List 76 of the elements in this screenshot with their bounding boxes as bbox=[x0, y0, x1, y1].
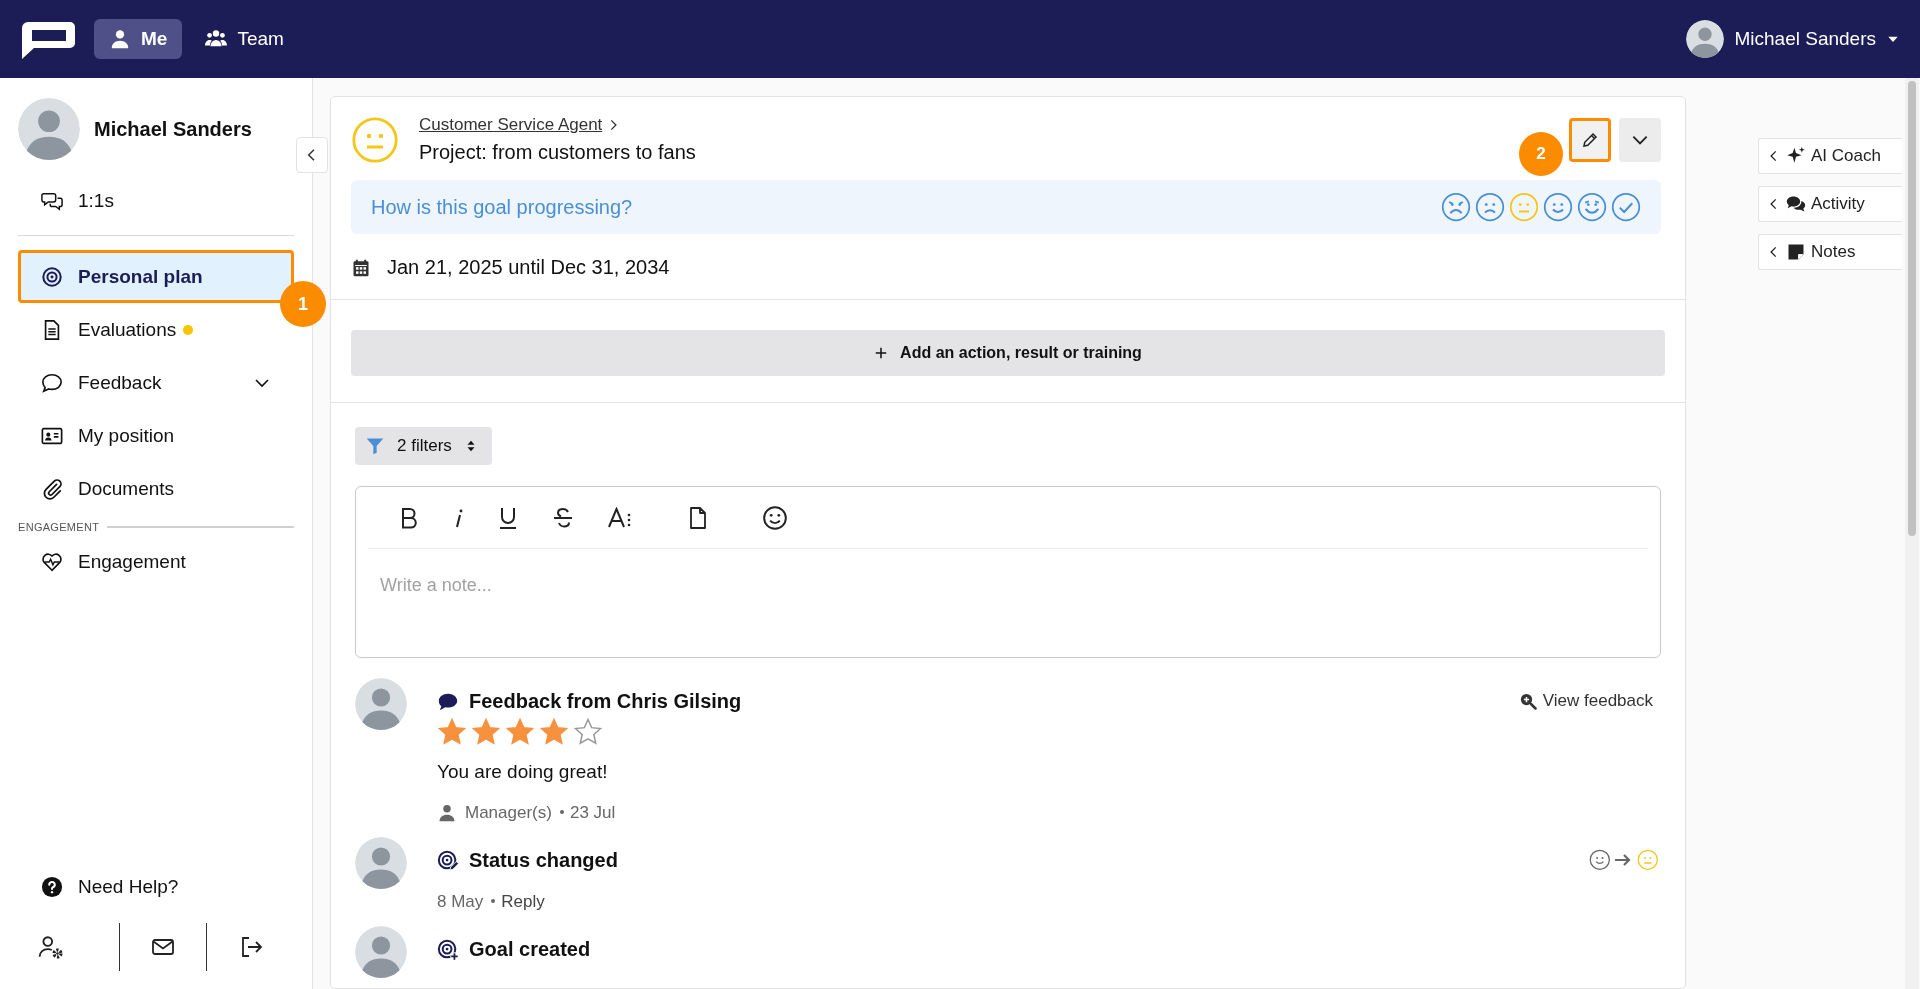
face-icon[interactable] bbox=[1543, 192, 1573, 222]
star-icon bbox=[505, 717, 535, 747]
face-icon bbox=[351, 115, 399, 164]
note-icon bbox=[1786, 242, 1806, 262]
scrollbar[interactable] bbox=[1905, 78, 1919, 989]
view-feedback-link[interactable]: View feedback bbox=[1512, 690, 1659, 712]
avatar bbox=[355, 678, 407, 730]
reply-link[interactable]: Reply bbox=[491, 892, 545, 912]
plus-icon bbox=[874, 346, 889, 360]
emoji-button[interactable] bbox=[762, 504, 788, 531]
goal-dates: Jan 21, 2025 until Dec 31, 2034 bbox=[387, 256, 670, 279]
sidebar-item[interactable]: Feedback bbox=[18, 356, 294, 409]
section-heading: ENGAGEMENT bbox=[18, 521, 100, 533]
zoom-in-icon bbox=[1518, 692, 1537, 710]
activity-date: 8 May bbox=[437, 892, 484, 912]
step-badge: 2 bbox=[1519, 131, 1563, 176]
pencil-icon bbox=[1581, 130, 1599, 149]
funnel-icon bbox=[365, 436, 385, 456]
strikethrough-icon bbox=[552, 506, 574, 529]
sidebar-item[interactable]: Personal plan bbox=[18, 250, 294, 303]
smiley-icon bbox=[762, 504, 788, 531]
status-change-drawing bbox=[1589, 849, 1659, 871]
calendar-icon bbox=[351, 257, 371, 278]
expand-button[interactable] bbox=[1619, 117, 1661, 162]
activity-date: 23 Jul bbox=[559, 803, 616, 823]
face-icon[interactable] bbox=[1475, 192, 1505, 222]
avatar bbox=[1686, 20, 1725, 58]
side-panel-tab[interactable]: Activity bbox=[1758, 186, 1902, 222]
sidebar-item[interactable]: Engagement bbox=[18, 535, 294, 588]
sidebar-item[interactable]: My position bbox=[18, 409, 294, 462]
check-circle-icon[interactable] bbox=[1611, 192, 1641, 222]
user-gear-icon bbox=[38, 934, 64, 960]
sidebar-item[interactable]: Documents bbox=[18, 462, 294, 515]
breadcrumb-link[interactable]: Customer Service Agent bbox=[419, 115, 621, 135]
user-icon bbox=[109, 28, 131, 50]
profile-name: Michael Sanders bbox=[94, 117, 252, 141]
nav-tab[interactable]: Team bbox=[190, 19, 299, 59]
side-panel-tab[interactable]: Notes bbox=[1758, 234, 1902, 270]
chat-bubbles-icon bbox=[1786, 194, 1806, 214]
help-icon bbox=[41, 875, 63, 898]
activity-title: Status changed bbox=[469, 849, 618, 872]
target-icon bbox=[437, 938, 459, 961]
activity-title: Feedback from Chris Gilsing bbox=[469, 690, 742, 713]
paperclip-icon bbox=[41, 477, 63, 500]
audience-label: Manager(s) bbox=[465, 803, 552, 823]
bold-icon bbox=[400, 506, 418, 529]
user-icon bbox=[437, 803, 457, 823]
face-icon[interactable] bbox=[1441, 192, 1471, 222]
underline-button[interactable] bbox=[498, 505, 518, 530]
avatar bbox=[355, 837, 407, 889]
feedback-text: You are doing great! bbox=[437, 761, 609, 783]
target-icon bbox=[41, 265, 63, 288]
help-link[interactable]: Need Help? bbox=[18, 860, 294, 913]
heart-pulse-icon bbox=[41, 550, 63, 573]
underline-icon bbox=[498, 505, 518, 530]
strikethrough-button[interactable] bbox=[552, 506, 574, 529]
sidebar-item[interactable]: 1:1s bbox=[18, 174, 294, 227]
edit-button[interactable] bbox=[1569, 117, 1611, 162]
star-icon bbox=[539, 717, 569, 747]
target-icon bbox=[437, 849, 459, 872]
activity-title: Goal created bbox=[469, 938, 591, 961]
side-panel-tab[interactable]: AI Coach bbox=[1758, 138, 1902, 174]
star-icon bbox=[573, 717, 603, 747]
speech-bubble-icon bbox=[41, 371, 63, 394]
filter-button[interactable]: 2 filters bbox=[355, 427, 492, 465]
add-item-button[interactable]: Add an action, result or training bbox=[351, 330, 1665, 376]
avatar bbox=[18, 98, 80, 160]
user-menu[interactable]: Michael Sanders bbox=[1686, 20, 1900, 58]
notification-dot bbox=[183, 324, 194, 335]
star-icon bbox=[437, 717, 467, 747]
face-icon[interactable] bbox=[1577, 192, 1607, 222]
star-icon bbox=[471, 717, 501, 747]
goal-title: Project: from customers to fans bbox=[419, 141, 696, 164]
nav-tab[interactable]: Me bbox=[94, 19, 183, 59]
avatar bbox=[355, 926, 407, 978]
progress-question: How is this goal progressing? bbox=[371, 195, 633, 219]
